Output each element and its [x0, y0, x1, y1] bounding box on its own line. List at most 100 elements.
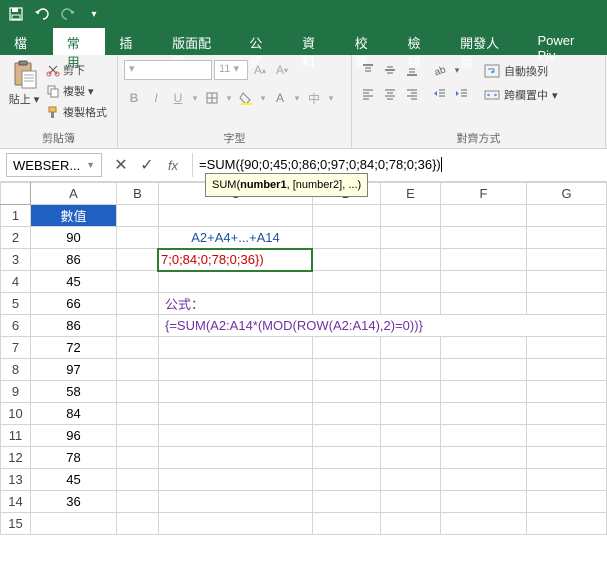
cell[interactable]	[117, 227, 159, 249]
cell[interactable]	[313, 271, 381, 293]
cell[interactable]	[441, 249, 527, 271]
cell[interactable]: 86	[31, 249, 117, 271]
cell[interactable]	[381, 425, 441, 447]
cell[interactable]	[527, 381, 607, 403]
tab-home[interactable]: 常用	[53, 28, 106, 55]
align-right-icon[interactable]	[402, 84, 422, 104]
tab-review[interactable]: 校閱	[341, 28, 394, 55]
cell[interactable]	[527, 425, 607, 447]
cell[interactable]	[117, 315, 159, 337]
cell[interactable]	[313, 293, 381, 315]
cell[interactable]	[441, 403, 527, 425]
cell[interactable]	[117, 403, 159, 425]
cell[interactable]	[313, 337, 381, 359]
cell[interactable]	[313, 249, 381, 271]
formula-input[interactable]: =SUM({90;0;45;0;86;0;97;0;84;0;78;0;36})…	[192, 153, 601, 177]
tab-view[interactable]: 檢視	[393, 28, 446, 55]
row-header[interactable]: 11	[1, 425, 31, 447]
cell[interactable]: 45	[31, 469, 117, 491]
cell[interactable]: 公式：	[159, 293, 313, 315]
save-icon[interactable]	[4, 2, 28, 26]
cell[interactable]	[117, 469, 159, 491]
cell[interactable]	[313, 513, 381, 535]
cell[interactable]: {=SUM(A2:A14*(MOD(ROW(A2:A14),2)=0))}	[159, 315, 607, 337]
cell[interactable]	[381, 403, 441, 425]
tab-developer[interactable]: 開發人員	[446, 28, 523, 55]
cell[interactable]	[441, 381, 527, 403]
cell[interactable]	[117, 249, 159, 271]
cell[interactable]	[313, 491, 381, 513]
row-header[interactable]: 14	[1, 491, 31, 513]
row-header[interactable]: 13	[1, 469, 31, 491]
cell[interactable]	[381, 447, 441, 469]
col-header-a[interactable]: A	[31, 183, 117, 205]
border-button[interactable]	[202, 88, 222, 108]
col-header-g[interactable]: G	[527, 183, 607, 205]
fill-color-button[interactable]	[236, 88, 256, 108]
cell[interactable]	[441, 491, 527, 513]
cell[interactable]	[527, 513, 607, 535]
cell[interactable]	[159, 513, 313, 535]
cell[interactable]: 84	[31, 403, 117, 425]
cell[interactable]	[313, 205, 381, 227]
tab-formulas[interactable]: 公式	[235, 28, 288, 55]
row-header[interactable]: 8	[1, 359, 31, 381]
cell[interactable]	[381, 491, 441, 513]
cell[interactable]	[527, 271, 607, 293]
cell[interactable]	[313, 359, 381, 381]
cell[interactable]	[381, 381, 441, 403]
enter-formula-icon[interactable]: ✓	[138, 156, 156, 174]
cell[interactable]	[159, 425, 313, 447]
undo-icon[interactable]	[30, 2, 54, 26]
row-header[interactable]: 4	[1, 271, 31, 293]
increase-indent-icon[interactable]	[452, 84, 472, 104]
cell[interactable]: 計算	[159, 205, 313, 227]
cut-button[interactable]: 剪下	[46, 60, 107, 80]
cell[interactable]: 45	[31, 271, 117, 293]
cell[interactable]	[527, 491, 607, 513]
cell[interactable]	[313, 447, 381, 469]
row-header[interactable]: 1	[1, 205, 31, 227]
cell[interactable]: 72	[31, 337, 117, 359]
spreadsheet-grid[interactable]: A B C D E F G 1數值計算 290A2+A4+...+A14 386…	[0, 182, 607, 535]
decrease-indent-icon[interactable]	[430, 84, 450, 104]
row-header[interactable]: 3	[1, 249, 31, 271]
row-header[interactable]: 12	[1, 447, 31, 469]
col-header-f[interactable]: F	[441, 183, 527, 205]
cell[interactable]	[381, 227, 441, 249]
font-color-button[interactable]: A	[270, 88, 290, 108]
merge-center-button[interactable]: 跨欄置中 ▾	[484, 84, 558, 106]
cell[interactable]	[159, 491, 313, 513]
bold-button[interactable]: B	[124, 88, 144, 108]
cell[interactable]	[159, 381, 313, 403]
border-dropdown-icon[interactable]: ▾	[224, 88, 234, 108]
cell[interactable]	[117, 425, 159, 447]
tab-insert[interactable]: 插入	[105, 28, 158, 55]
orientation-icon[interactable]: ab	[430, 60, 450, 80]
cell[interactable]	[159, 337, 313, 359]
align-left-icon[interactable]	[358, 84, 378, 104]
cell[interactable]	[527, 359, 607, 381]
align-center-icon[interactable]	[380, 84, 400, 104]
cell[interactable]	[313, 403, 381, 425]
cell[interactable]	[527, 293, 607, 315]
redo-icon[interactable]	[56, 2, 80, 26]
row-header[interactable]: 9	[1, 381, 31, 403]
decrease-font-icon[interactable]: A▾	[272, 60, 292, 80]
cell[interactable]	[441, 513, 527, 535]
font-size-select[interactable]: 11 ▾	[214, 60, 248, 80]
cell[interactable]	[159, 403, 313, 425]
tab-data[interactable]: 資料	[288, 28, 341, 55]
cell[interactable]: A2+A4+...+A14	[159, 227, 313, 249]
copy-button[interactable]: 複製 ▾	[46, 81, 107, 101]
ruby-dropdown-icon[interactable]: ▾	[326, 88, 336, 108]
cell[interactable]	[313, 381, 381, 403]
cell[interactable]	[381, 271, 441, 293]
cell[interactable]	[381, 293, 441, 315]
cell[interactable]	[527, 403, 607, 425]
italic-button[interactable]: I	[146, 88, 166, 108]
format-painter-button[interactable]: 複製格式	[46, 102, 107, 122]
cell[interactable]	[441, 271, 527, 293]
cell[interactable]	[441, 227, 527, 249]
qat-customize-icon[interactable]: ▾	[82, 2, 106, 26]
